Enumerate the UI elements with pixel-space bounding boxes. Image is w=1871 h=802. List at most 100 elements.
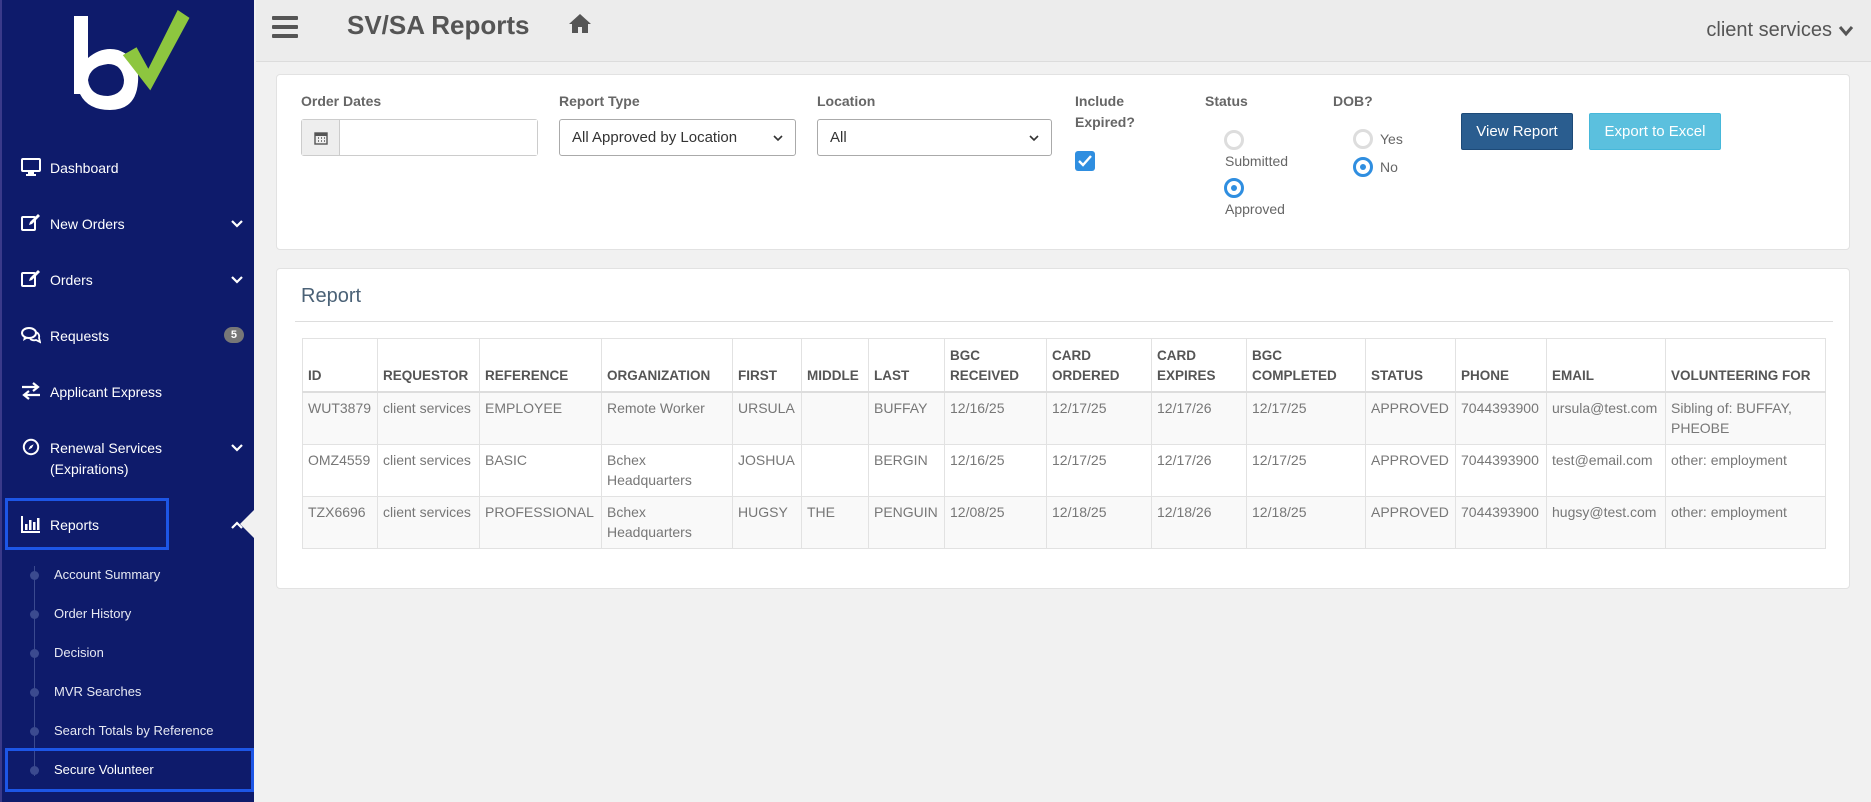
checkmark-icon (1078, 155, 1092, 167)
cell-reference: BASIC (479, 444, 602, 497)
column-header[interactable]: PHONE (1455, 338, 1547, 393)
order-dates-input[interactable] (340, 120, 537, 155)
cell-organization: Bchex Headquarters (601, 496, 733, 549)
cell-volunteering-for: other: employment (1665, 496, 1826, 549)
order-dates-field (301, 119, 538, 156)
home-icon[interactable] (568, 12, 592, 34)
report-type-value: All Approved by Location (572, 129, 738, 146)
sidebar-item-label: Requests (50, 328, 110, 344)
sidebar-item-reports[interactable]: Reports (20, 515, 244, 536)
sidebar-item-label: Dashboard (50, 160, 119, 176)
dob-label: DOB? (1333, 93, 1373, 109)
cell-bgc-completed: 12/17/25 (1246, 444, 1366, 497)
export-to-excel-button[interactable]: Export to Excel (1589, 113, 1721, 150)
sidebar-item-renewal-services[interactable]: Renewal Services (Expirations) (20, 438, 244, 480)
sidebar-item-label: Applicant Express (50, 384, 163, 400)
location-value: All (830, 129, 847, 146)
status-label: Status (1205, 93, 1248, 109)
cell-organization: Remote Worker (601, 391, 733, 445)
dob-yes-radio[interactable] (1353, 129, 1373, 149)
sidebar-subitem-order-history[interactable]: Order History (54, 606, 131, 621)
active-caret (240, 508, 256, 540)
submenu-dot (30, 649, 39, 658)
table-row: OMZ4559 client services BASIC Bchex Head… (302, 444, 1826, 497)
sidebar-item-label: New Orders (50, 216, 125, 232)
include-expired-label-line2: Expired? (1075, 114, 1135, 130)
sidebar-subitem-secure-volunteer[interactable]: Secure Volunteer (54, 762, 154, 777)
report-title: Report (301, 285, 362, 307)
sidebar: Dashboard New Orders Orders Requests 5 A… (0, 0, 256, 802)
cell-requestor: client services (377, 496, 480, 549)
cell-bgc-completed: 12/17/25 (1246, 391, 1366, 445)
include-expired-checkbox[interactable] (1075, 151, 1095, 171)
report-type-select[interactable]: All Approved by Location (559, 119, 796, 156)
column-header[interactable]: FIRST (732, 338, 802, 393)
edit-icon (20, 214, 42, 232)
column-header[interactable]: EMAIL (1546, 338, 1666, 393)
cell-phone: 7044393900 (1455, 496, 1547, 549)
column-header[interactable]: REQUESTOR (377, 338, 480, 393)
order-dates-label: Order Dates (301, 93, 382, 109)
table-row: TZX6696 client services PROFESSIONAL Bch… (302, 496, 1826, 549)
cell-bgc-received: 12/16/25 (944, 391, 1047, 445)
compass-icon (20, 438, 42, 456)
sidebar-item-dashboard[interactable]: Dashboard (20, 158, 244, 179)
bchex-logo[interactable] (74, 10, 194, 118)
sidebar-item-label: Orders (50, 272, 93, 288)
cell-card-ordered: 12/18/25 (1046, 496, 1152, 549)
chevron-down-icon (231, 220, 243, 228)
view-report-button[interactable]: View Report (1461, 113, 1573, 150)
report-type-label: Report Type (559, 93, 640, 109)
sidebar-subitem-search-totals[interactable]: Search Totals by Reference (54, 723, 213, 738)
status-approved-radio[interactable] (1224, 178, 1244, 198)
menu-toggle-icon[interactable] (272, 16, 298, 38)
bar-chart-icon (20, 515, 42, 533)
dob-yes-label: Yes (1380, 131, 1403, 147)
sidebar-item-applicant-express[interactable]: Applicant Express (20, 382, 244, 403)
column-header[interactable]: STATUS (1365, 338, 1456, 393)
sidebar-item-requests[interactable]: Requests 5 (20, 326, 244, 347)
location-select[interactable]: All (817, 119, 1052, 156)
column-header[interactable]: BGC COMPLETED (1246, 338, 1366, 393)
user-menu[interactable]: client services (1706, 19, 1854, 42)
sidebar-item-orders[interactable]: Orders (20, 270, 244, 291)
column-header[interactable]: ID (302, 338, 378, 393)
column-header[interactable]: MIDDLE (801, 338, 869, 393)
column-header[interactable]: BGC RECEIVED (944, 338, 1047, 393)
cell-bgc-completed: 12/18/25 (1246, 496, 1366, 549)
calendar-icon[interactable] (302, 120, 340, 155)
user-name: client services (1706, 19, 1832, 41)
sidebar-item-new-orders[interactable]: New Orders (20, 214, 244, 235)
submenu-dot (30, 727, 39, 736)
column-header[interactable]: VOLUNTEERING FOR (1665, 338, 1826, 393)
location-label: Location (817, 93, 876, 109)
cell-email: test@email.com (1546, 444, 1666, 497)
column-header[interactable]: REFERENCE (479, 338, 602, 393)
chevron-down-icon (231, 444, 243, 452)
sidebar-item-label: Reports (50, 517, 100, 533)
cell-bgc-received: 12/08/25 (944, 496, 1047, 549)
dob-no-label: No (1380, 159, 1398, 175)
requests-count-badge: 5 (223, 327, 244, 343)
status-submitted-radio[interactable] (1224, 130, 1244, 150)
top-header: SV/SA Reports client services (256, 0, 1871, 62)
dob-no-radio[interactable] (1353, 157, 1373, 177)
column-header[interactable]: CARD EXPIRES (1151, 338, 1247, 393)
column-header[interactable]: LAST (868, 338, 945, 393)
monitor-icon (20, 158, 42, 176)
sidebar-subitem-mvr-searches[interactable]: MVR Searches (54, 684, 141, 699)
cell-requestor: client services (377, 391, 480, 445)
sidebar-subitem-account-summary[interactable]: Account Summary (54, 567, 160, 582)
cell-email: ursula@test.com (1546, 391, 1666, 445)
status-approved-label: Approved (1225, 201, 1285, 217)
cell-reference: PROFESSIONAL (479, 496, 602, 549)
column-header[interactable]: ORGANIZATION (601, 338, 733, 393)
table-row: WUT3879 client services EMPLOYEE Remote … (302, 391, 1826, 445)
cell-id: WUT3879 (302, 391, 378, 445)
cell-bgc-received: 12/16/25 (944, 444, 1047, 497)
cell-id: OMZ4559 (302, 444, 378, 497)
sidebar-subitem-decision[interactable]: Decision (54, 645, 104, 660)
cell-first: URSULA (732, 391, 802, 445)
column-header[interactable]: CARD ORDERED (1046, 338, 1152, 393)
report-table: ID REQUESTOR REFERENCE ORGANIZATION FIRS… (302, 338, 1826, 549)
